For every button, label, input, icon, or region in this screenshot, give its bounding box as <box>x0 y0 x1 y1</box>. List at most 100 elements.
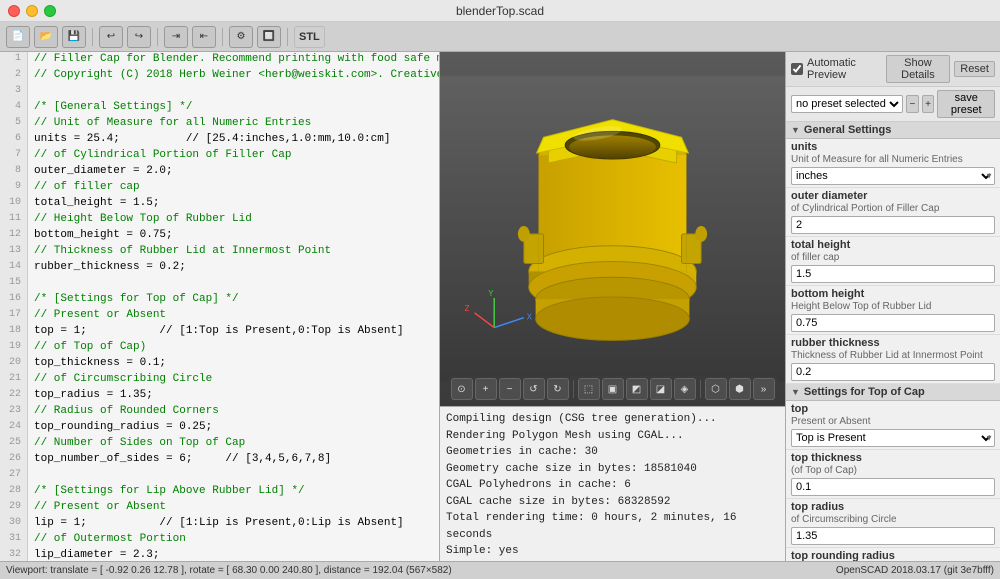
param-input-rubber_thickness[interactable] <box>791 363 995 381</box>
maximize-button[interactable] <box>44 5 56 17</box>
show-details-button[interactable]: Show Details <box>886 55 951 83</box>
zoom-in-button[interactable]: + <box>475 378 497 400</box>
stl-label: STL <box>294 26 325 48</box>
right-panel: Automatic Preview Show Details Reset no … <box>785 52 1000 561</box>
line-number: 6 <box>0 132 28 148</box>
vp-sep-1 <box>573 380 574 398</box>
settings-button[interactable]: ⚙ <box>229 26 253 48</box>
close-button[interactable] <box>8 5 20 17</box>
unindent-button[interactable]: ⇤ <box>192 26 216 48</box>
line-content: top = 1; // [1:Top is Present,0:Top is A… <box>28 324 404 340</box>
code-line: 23// Radius of Rounded Corners <box>0 404 439 420</box>
open-button[interactable]: 📂 <box>34 26 58 48</box>
param-name-top: top <box>791 403 995 415</box>
view-cube-button[interactable]: ⬚ <box>578 378 600 400</box>
param-select-units[interactable]: inches <box>791 167 995 185</box>
param-desc-rubber_thickness: Thickness of Rubber Lid at Innermost Poi… <box>791 350 995 361</box>
code-line: 5// Unit of Measure for all Numeric Entr… <box>0 116 439 132</box>
param-input-bottom_height[interactable] <box>791 314 995 332</box>
new-button[interactable]: 📄 <box>6 26 30 48</box>
line-number: 3 <box>0 84 28 100</box>
param-input-top_radius[interactable] <box>791 527 995 545</box>
param-name-units: units <box>791 141 995 153</box>
code-line: 29// Present or Absent <box>0 500 439 516</box>
app-info: OpenSCAD 2018.03.17 (git 3e7bfff) <box>836 565 994 576</box>
line-content: // of Top of Cap) <box>28 340 146 356</box>
window-title: blenderTop.scad <box>456 4 544 18</box>
zoom-out-button[interactable]: − <box>499 378 521 400</box>
line-number: 18 <box>0 324 28 340</box>
param-input-total_height[interactable] <box>791 265 995 283</box>
view-front-button[interactable]: ◩ <box>626 378 648 400</box>
line-number: 32 <box>0 548 28 561</box>
param-input-top_thickness[interactable] <box>791 478 995 496</box>
rp-section-header-0[interactable]: ▼General Settings <box>786 122 1000 139</box>
code-line: 24top_rounding_radius = 0.25; <box>0 420 439 436</box>
line-number: 21 <box>0 372 28 388</box>
preset-select[interactable]: no preset selected <box>791 95 903 113</box>
rp-section-header-1[interactable]: ▼Settings for Top of Cap <box>786 384 1000 401</box>
rp-param-top_radius: top radiusof Circumscribing Circle <box>786 499 1000 548</box>
export-button[interactable]: ⬢ <box>729 378 751 400</box>
line-content: rubber_thickness = 0.2; <box>28 260 186 276</box>
code-line: 9// of filler cap <box>0 180 439 196</box>
param-desc-top_radius: of Circumscribing Circle <box>791 514 995 525</box>
code-editor[interactable]: 1// Filler Cap for Blender. Recommend pr… <box>0 52 440 561</box>
rotate-left-button[interactable]: ↺ <box>523 378 545 400</box>
line-content: // Thickness of Rubber Lid at Innermost … <box>28 244 331 260</box>
redo-button[interactable]: ↪ <box>127 26 151 48</box>
undo-button[interactable]: ↩ <box>99 26 123 48</box>
toolbar-sep-3 <box>222 28 223 46</box>
save-preset-button[interactable]: save preset <box>937 90 995 118</box>
code-line: 2// Copyright (C) 2018 Herb Weiner <herb… <box>0 68 439 84</box>
save-button[interactable]: 💾 <box>62 26 86 48</box>
line-number: 2 <box>0 68 28 84</box>
toolbar-sep-2 <box>157 28 158 46</box>
rp-param-bottom_height: bottom heightHeight Below Top of Rubber … <box>786 286 1000 335</box>
view-button[interactable]: 🔲 <box>257 26 281 48</box>
param-desc-units: Unit of Measure for all Numeric Entries <box>791 154 995 165</box>
section-title: General Settings <box>804 124 891 136</box>
line-number: 9 <box>0 180 28 196</box>
reset-button[interactable]: Reset <box>954 61 995 77</box>
line-content: top_rounding_radius = 0.25; <box>28 420 212 436</box>
line-content: // Number of Sides on Top of Cap <box>28 436 245 452</box>
line-number: 11 <box>0 212 28 228</box>
render-button[interactable]: ⬡ <box>705 378 727 400</box>
more-button[interactable]: » <box>753 378 775 400</box>
code-line: 1// Filler Cap for Blender. Recommend pr… <box>0 52 439 68</box>
code-line: 10total_height = 1.5; <box>0 196 439 212</box>
view-persp-button[interactable]: ◈ <box>674 378 696 400</box>
rotate-right-button[interactable]: ↻ <box>547 378 569 400</box>
line-number: 8 <box>0 164 28 180</box>
preset-next-button[interactable]: + <box>922 95 935 113</box>
auto-preview-checkbox[interactable] <box>791 63 803 75</box>
3d-viewport[interactable]: X Y Z <box>440 52 785 406</box>
line-number: 27 <box>0 468 28 484</box>
line-number: 5 <box>0 116 28 132</box>
toolbar-sep-1 <box>92 28 93 46</box>
view-side-button[interactable]: ◪ <box>650 378 672 400</box>
rp-param-total_height: total heightof filler cap <box>786 237 1000 286</box>
param-select-top[interactable]: Top is Present <box>791 429 995 447</box>
vp-sep-2 <box>700 380 701 398</box>
param-input-outer_diameter[interactable] <box>791 216 995 234</box>
preset-prev-button[interactable]: − <box>906 95 919 113</box>
line-number: 1 <box>0 52 28 68</box>
view-top-button[interactable]: ▣ <box>602 378 624 400</box>
line-content: /* [General Settings] */ <box>28 100 192 116</box>
rp-params-scroll[interactable]: ▼General Settings unitsUnit of Measure fo… <box>786 122 1000 561</box>
zoom-fit-button[interactable]: ⊙ <box>451 378 473 400</box>
console-line: Geometry cache size in bytes: 18581040 <box>446 461 779 478</box>
code-line: 32lip_diameter = 2.3; <box>0 548 439 561</box>
param-name-top_thickness: top thickness <box>791 452 995 464</box>
line-content: // of filler cap <box>28 180 140 196</box>
line-number: 20 <box>0 356 28 372</box>
line-content: top_thickness = 0.1; <box>28 356 166 372</box>
line-content: /* [Settings for Lip Above Rubber Lid] *… <box>28 484 305 500</box>
indent-button[interactable]: ⇥ <box>164 26 188 48</box>
line-content: // Filler Cap for Blender. Recommend pri… <box>28 52 440 68</box>
minimize-button[interactable] <box>26 5 38 17</box>
param-name-total_height: total height <box>791 239 995 251</box>
line-content <box>28 468 34 484</box>
